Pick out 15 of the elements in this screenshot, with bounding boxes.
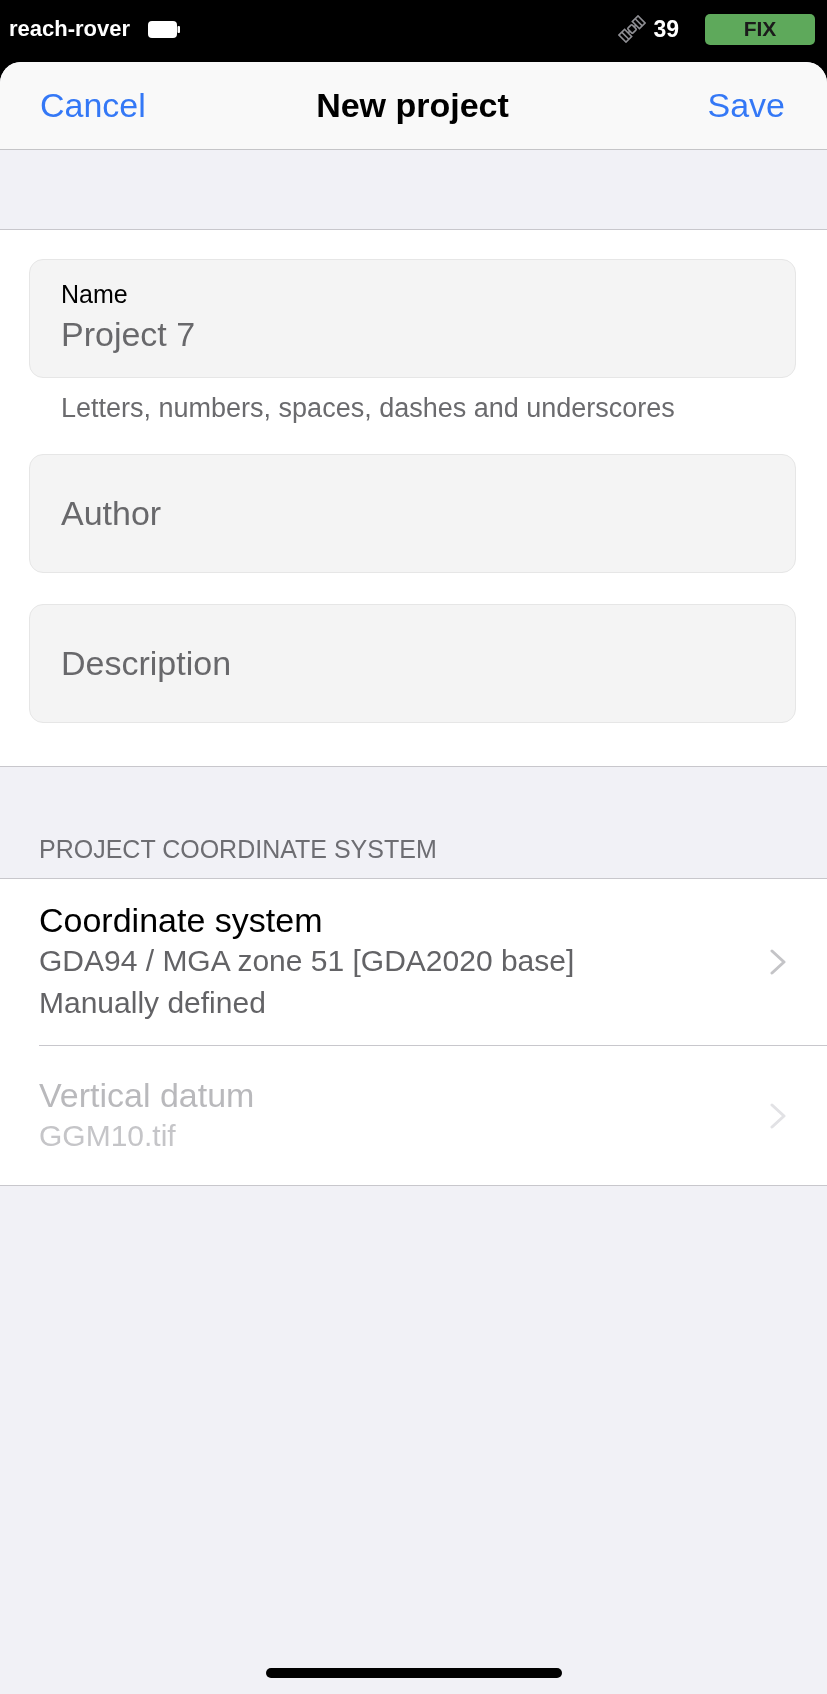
text-field[interactable]: Author (29, 454, 796, 573)
satellite-icon (618, 15, 647, 43)
chevron-right-icon (770, 949, 786, 975)
text-field[interactable]: Description (29, 604, 796, 723)
cancel-button[interactable]: Cancel (40, 86, 146, 125)
chevron-right-icon (770, 1102, 786, 1129)
satellite-count: 39 (653, 15, 679, 43)
screen-title: New project (316, 86, 509, 125)
fix-status-badge: FIX (705, 13, 815, 45)
battery-icon (148, 20, 181, 38)
section-header: PROJECT COORDINATE SYSTEM (39, 834, 437, 864)
field-hint: Letters, numbers, spaces, dashes and underscores (61, 393, 676, 423)
field-label: Name (61, 280, 128, 308)
save-button[interactable]: Save (707, 86, 785, 125)
device-name: reach-rover (9, 16, 131, 42)
